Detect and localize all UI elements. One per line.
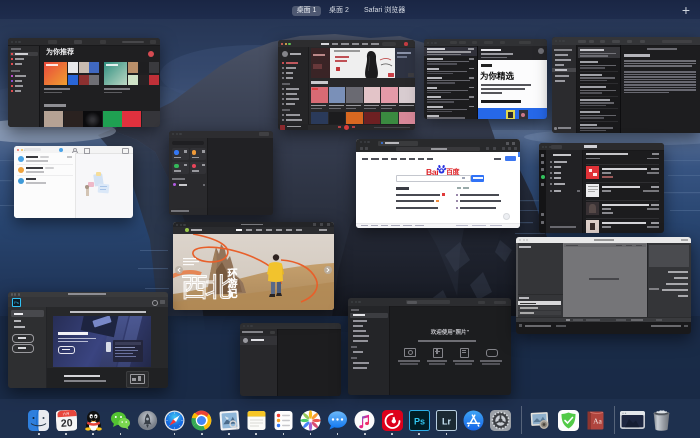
svg-text:六月: 六月 — [62, 410, 69, 415]
svg-text:20: 20 — [60, 417, 73, 430]
svg-text:Aa: Aa — [593, 416, 602, 425]
svg-text:Lr: Lr — [442, 416, 451, 426]
svg-text:Ps: Ps — [414, 416, 425, 426]
